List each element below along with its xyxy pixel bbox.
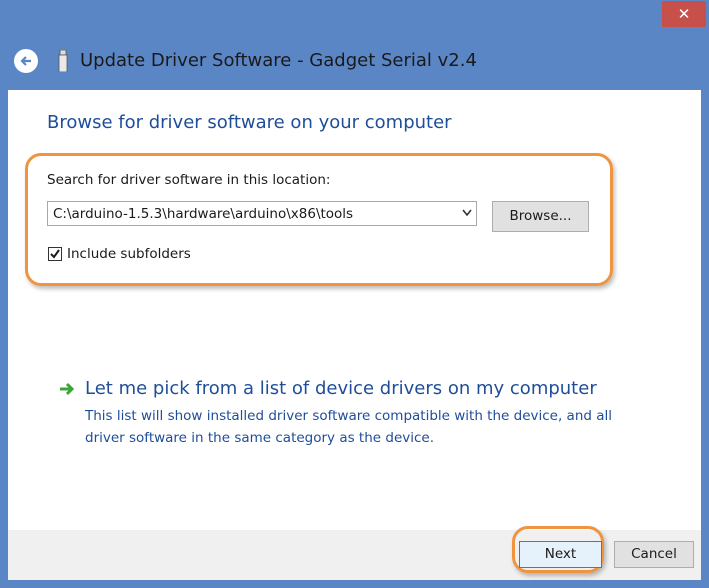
cancel-button[interactable]: Cancel bbox=[614, 541, 694, 568]
path-value: C:\arduino-1.5.3\hardware\arduino\x86\to… bbox=[53, 206, 354, 222]
chevron-down-icon[interactable] bbox=[462, 209, 472, 217]
include-subfolders-label[interactable]: Include subfolders bbox=[67, 246, 191, 262]
green-arrow-icon bbox=[60, 382, 75, 396]
page-heading: Browse for driver software on your compu… bbox=[47, 112, 452, 133]
back-button[interactable] bbox=[14, 49, 38, 73]
browse-button[interactable]: Browse... bbox=[492, 201, 589, 232]
dialog-content: Browse for driver software on your compu… bbox=[8, 90, 701, 530]
title-bar: ✕ Update Driver Software - Gadget Serial… bbox=[0, 0, 709, 90]
pick-from-list-description: This list will show installed driver sof… bbox=[85, 408, 613, 446]
back-arrow-icon bbox=[20, 56, 31, 66]
location-label: Search for driver software in this locat… bbox=[47, 172, 331, 188]
path-combobox[interactable]: C:\arduino-1.5.3\hardware\arduino\x86\to… bbox=[47, 201, 477, 226]
include-subfolders-checkbox[interactable] bbox=[48, 247, 62, 261]
device-icon bbox=[58, 50, 68, 72]
next-button[interactable]: Next bbox=[519, 541, 602, 568]
pick-from-list-link[interactable]: Let me pick from a list of device driver… bbox=[85, 378, 597, 399]
dialog-footer: Next Cancel bbox=[8, 526, 701, 580]
close-button[interactable]: ✕ bbox=[662, 1, 706, 27]
window-title: Update Driver Software - Gadget Serial v… bbox=[80, 50, 477, 71]
checkmark-icon bbox=[50, 249, 60, 259]
